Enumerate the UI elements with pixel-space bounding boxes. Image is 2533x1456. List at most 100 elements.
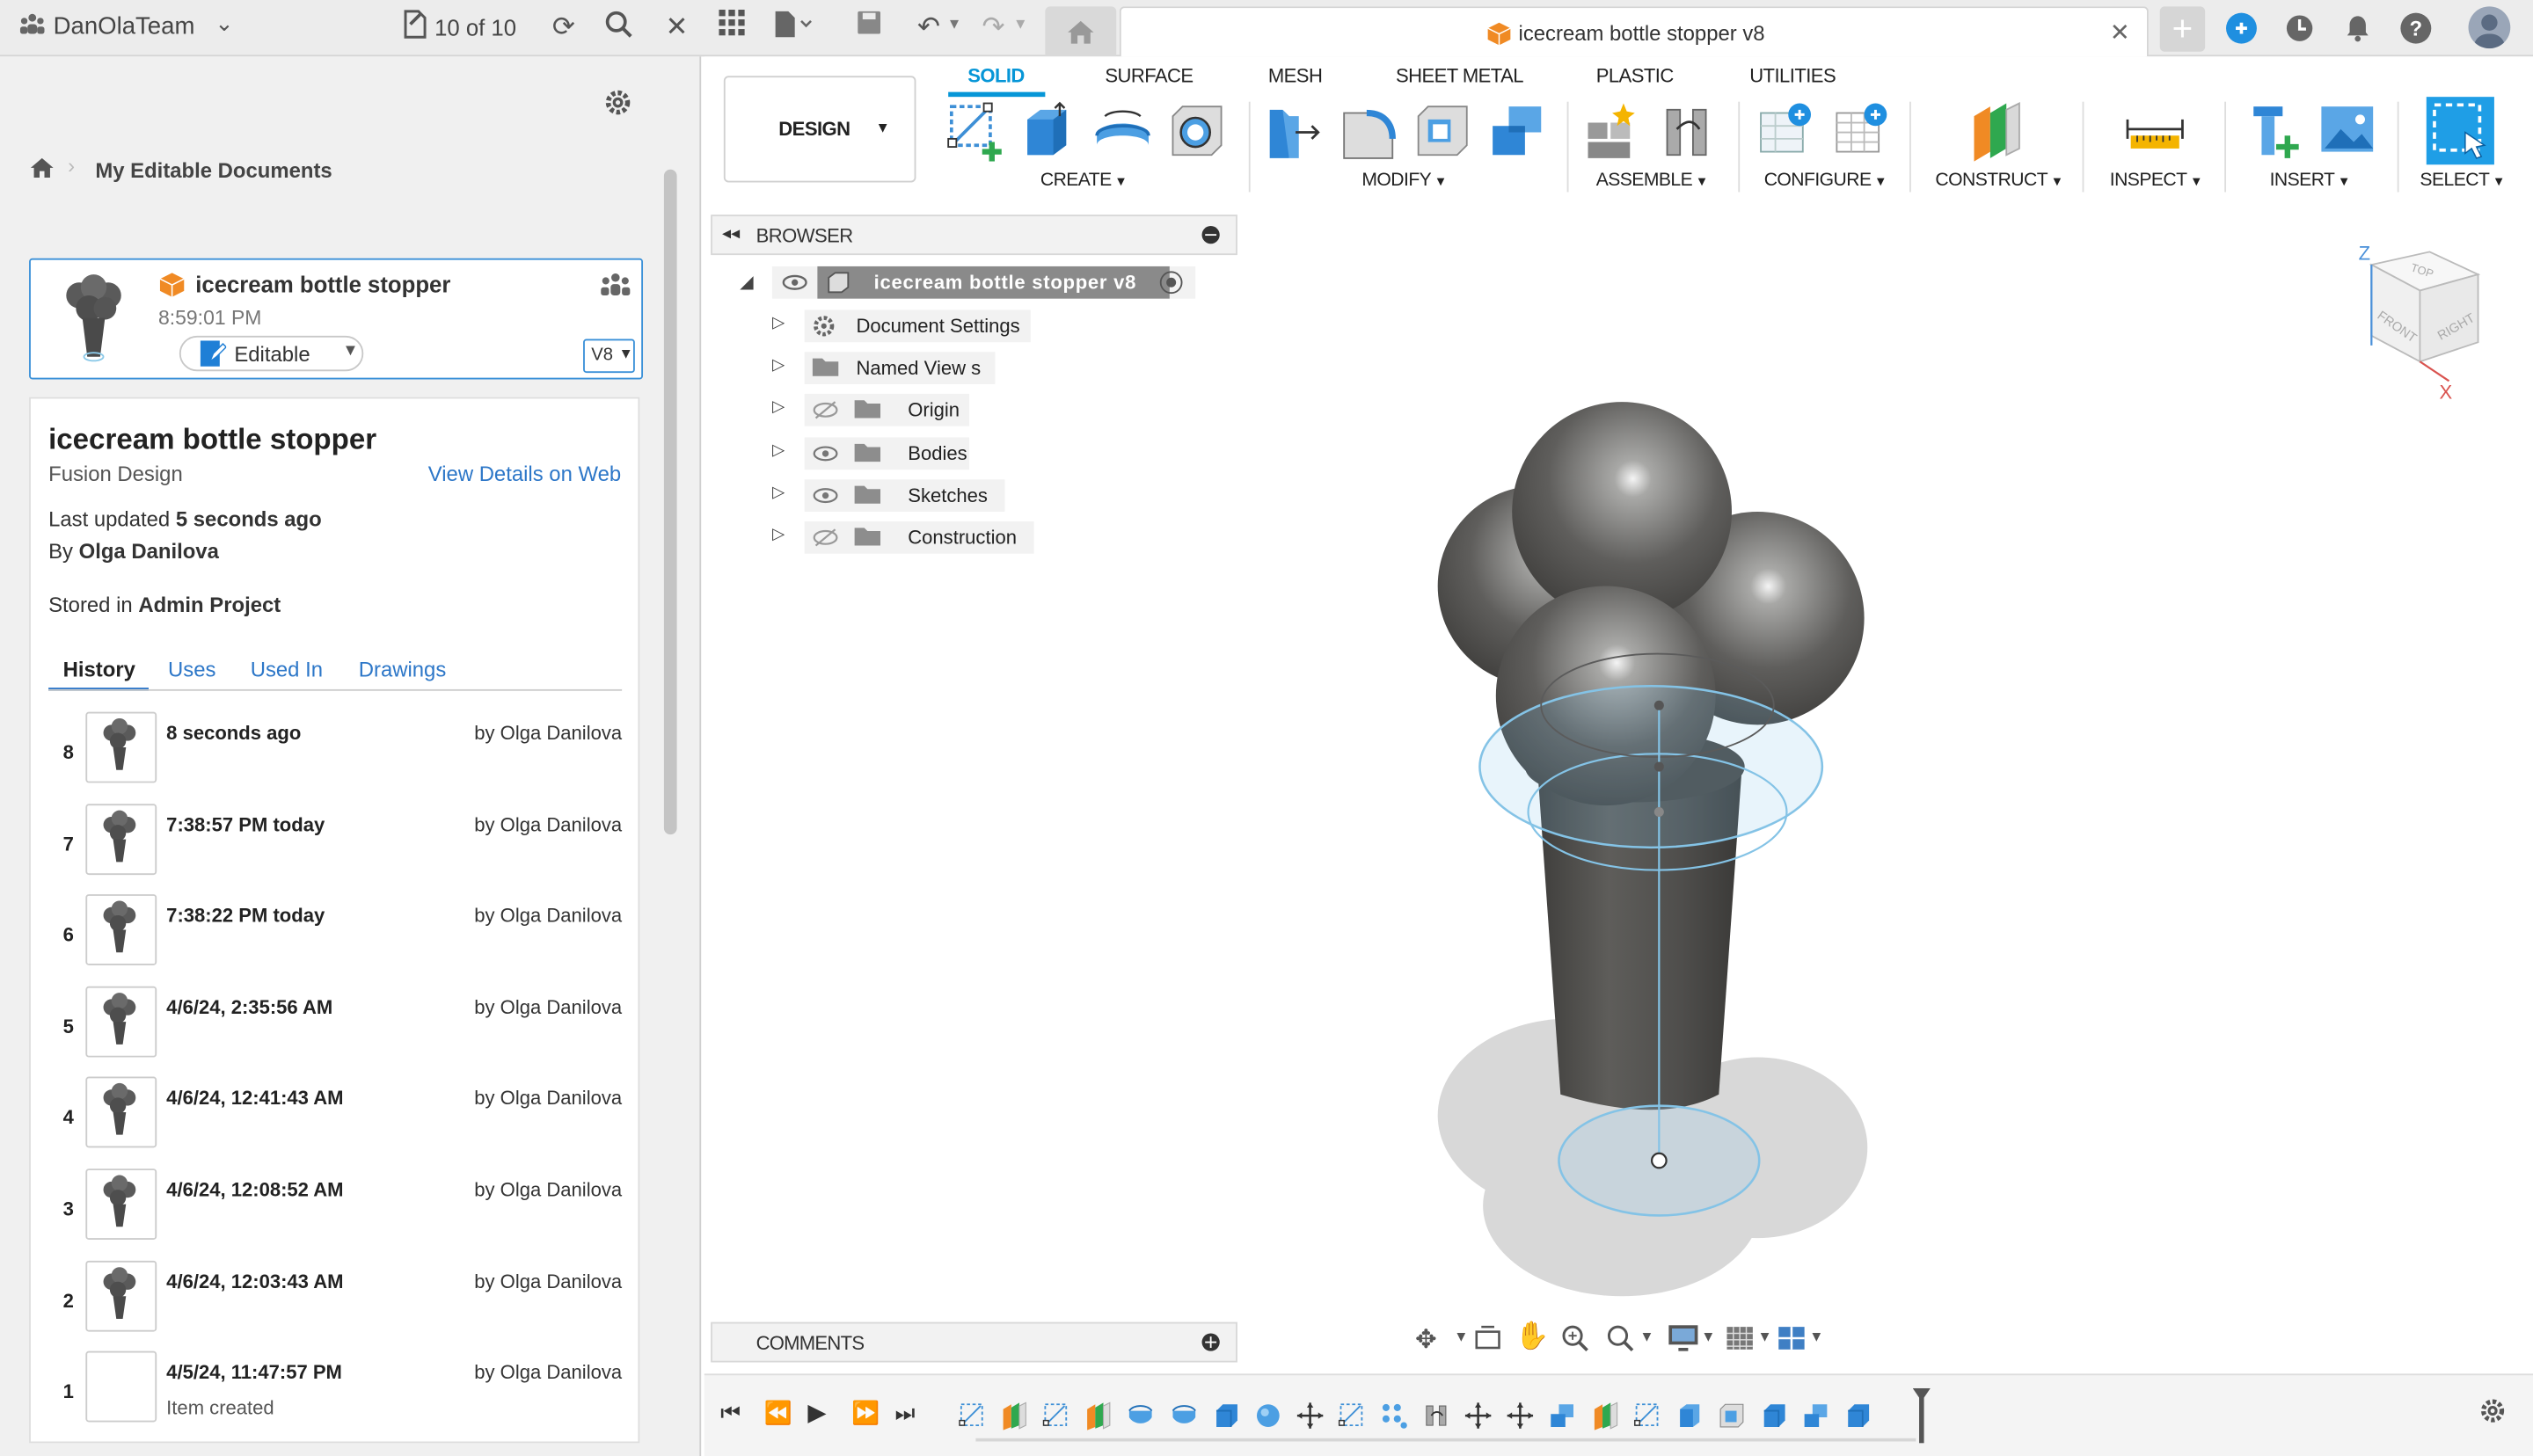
timeline-feature-plane-icon[interactable] (1000, 1401, 1029, 1438)
timeline-feature-extrude-icon[interactable] (1675, 1401, 1704, 1438)
refresh-icon[interactable]: ⟳ (544, 10, 583, 45)
history-thumbnail[interactable] (85, 1168, 157, 1240)
settings-gear-icon[interactable] (602, 87, 633, 126)
shared-people-icon[interactable] (599, 271, 631, 305)
timeline-feature-joint-icon[interactable] (1422, 1401, 1451, 1438)
home-tab[interactable] (1045, 6, 1117, 57)
team-name[interactable]: DanOlaTeam (54, 13, 195, 40)
timeline-feature-move-icon[interactable] (1464, 1401, 1493, 1438)
pan-hand-icon[interactable]: ✋ (1515, 1321, 1550, 1353)
tab-surface[interactable]: SURFACE (1105, 64, 1194, 87)
expand-triangle-icon[interactable]: ▷ (772, 527, 785, 544)
joint-icon[interactable] (1657, 100, 1719, 162)
history-thumbnail[interactable] (85, 1351, 157, 1423)
history-row[interactable]: 8 8 seconds ago by Olga Danilova (31, 709, 641, 799)
tab-utilities[interactable]: UTILITIES (1749, 64, 1836, 87)
comments-panel[interactable]: COMMENTS (711, 1321, 1237, 1363)
breadcrumb[interactable]: My Editable Documents (95, 158, 332, 183)
orbit-icon[interactable]: ✥ (1415, 1323, 1437, 1356)
tab-mesh[interactable]: MESH (1268, 64, 1323, 87)
grid-settings-icon[interactable] (1726, 1323, 1755, 1360)
expand-triangle-icon[interactable]: ▷ (772, 484, 785, 501)
save-icon[interactable] (850, 10, 888, 45)
step-forward-icon[interactable]: ⏩ (851, 1400, 880, 1427)
history-thumbnail[interactable] (85, 711, 157, 783)
look-at-icon[interactable] (1473, 1323, 1502, 1360)
history-row[interactable]: 2 4/6/24, 12:03:43 AM by Olga Danilova (31, 1256, 641, 1347)
breadcrumb-home-icon[interactable] (29, 157, 55, 187)
history-row[interactable]: 6 7:38:22 PM today by Olga Danilova (31, 892, 641, 982)
tab-drawings[interactable]: Drawings (359, 657, 447, 681)
browser-node-document-settings[interactable]: Document Settings (804, 309, 1031, 343)
tab-plastic[interactable]: PLASTIC (1596, 64, 1675, 87)
measure-icon[interactable] (2124, 100, 2186, 162)
timeline-feature-plane-icon[interactable] (1590, 1401, 1619, 1438)
extensions-icon[interactable] (2226, 12, 2257, 44)
editable-status-dropdown[interactable]: Editable ▼ (179, 335, 364, 372)
timeline-feature-move-icon[interactable] (1296, 1401, 1325, 1438)
construct-group-label[interactable]: CONSTRUCT ▼ (1935, 171, 2063, 191)
timeline-feature-shell-icon[interactable] (1717, 1401, 1746, 1438)
select-tool[interactable] (2426, 97, 2494, 165)
timeline-feature-sketch-icon[interactable] (1632, 1401, 1661, 1438)
revolve-icon[interactable] (1092, 100, 1154, 162)
tab-used-in[interactable]: Used In (251, 657, 323, 681)
combine-icon[interactable] (1486, 100, 1548, 162)
expand-triangle-icon[interactable]: ▷ (772, 441, 785, 459)
orbit-chevron-down-icon[interactable]: ▼ (1454, 1329, 1468, 1344)
tab-uses[interactable]: Uses (168, 657, 215, 681)
history-row[interactable]: 3 4/6/24, 12:08:52 AM by Olga Danilova (31, 1166, 641, 1256)
configure-design-icon[interactable] (1755, 100, 1816, 162)
play-icon[interactable]: ▶ (807, 1398, 826, 1427)
fillet-icon[interactable] (1338, 100, 1399, 162)
redo-chevron-down-icon[interactable]: ▾ (1016, 13, 1025, 34)
viewports-chevron-down-icon[interactable]: ▼ (1809, 1329, 1823, 1344)
history-row[interactable]: 4 4/6/24, 12:41:43 AM by Olga Danilova (31, 1074, 641, 1165)
display-settings-icon[interactable] (1668, 1323, 1700, 1360)
select-group-label[interactable]: SELECT ▼ (2420, 171, 2505, 191)
viewports-icon[interactable] (1777, 1323, 1806, 1360)
tab-solid[interactable]: SOLID (967, 64, 1025, 87)
close-icon[interactable]: ✕ (658, 10, 697, 45)
timeline-feature-pattern-icon[interactable] (1380, 1401, 1409, 1438)
timeline-marker-handle-icon[interactable] (1912, 1387, 1931, 1401)
document-card[interactable]: icecream bottle stopper 8:59:01 PM Edita… (29, 258, 644, 380)
avatar[interactable] (2468, 6, 2511, 49)
tab-sheet-metal[interactable]: SHEET METAL (1396, 64, 1524, 87)
visibility-eye-icon[interactable] (780, 266, 809, 309)
visibility-eye-icon[interactable] (811, 484, 840, 516)
press-pull-icon[interactable] (1263, 100, 1325, 162)
display-chevron-down-icon[interactable]: ▼ (1701, 1329, 1715, 1344)
timeline-feature-box-icon[interactable] (1759, 1401, 1788, 1438)
document-tab[interactable]: icecream bottle stopper v8 ✕ (1119, 6, 2149, 57)
undo-icon[interactable]: ↶ (909, 10, 948, 45)
go-to-end-icon[interactable]: ⏭ (895, 1400, 916, 1427)
timeline-feature-plane-icon[interactable] (1084, 1401, 1113, 1438)
tab-history[interactable]: History (63, 657, 135, 681)
timeline-feature-box-icon[interactable] (1211, 1401, 1240, 1438)
document-name[interactable]: icecream bottle stopper (195, 271, 450, 296)
new-component-icon[interactable] (1581, 100, 1643, 162)
hole-icon[interactable] (1166, 100, 1228, 162)
browser-node-origin[interactable]: Origin (804, 394, 970, 427)
view-cube[interactable]: TOP FRONT RIGHT Z X (2352, 242, 2497, 404)
configuration-table-icon[interactable] (1830, 100, 1892, 162)
history-thumbnail[interactable] (85, 803, 157, 875)
redo-icon[interactable]: ↷ (975, 10, 1013, 45)
timeline-feature-sphere-icon[interactable] (1253, 1401, 1282, 1438)
browser-header[interactable]: ◂◂ BROWSER (711, 215, 1237, 256)
timeline-feature-sketch-icon[interactable] (1338, 1401, 1367, 1438)
insert-mcmaster-icon[interactable] (2244, 100, 2305, 162)
notifications-bell-icon[interactable] (2342, 13, 2373, 44)
browser-node-construction[interactable]: Construction (804, 521, 1034, 554)
timeline-feature-combine-icon[interactable] (1801, 1401, 1830, 1438)
history-thumbnail[interactable] (85, 1077, 157, 1149)
zoom-chevron-down-icon[interactable]: ▼ (1639, 1329, 1653, 1344)
timeline-feature-combine-icon[interactable] (1548, 1401, 1577, 1438)
step-back-icon[interactable]: ⏪ (764, 1400, 792, 1427)
timeline-feature-box-icon[interactable] (1843, 1401, 1872, 1438)
browser-node-bodies[interactable]: Bodies (804, 436, 970, 470)
documents-icon[interactable] (396, 10, 434, 45)
history-row[interactable]: 1 4/5/24, 11:47:57 PM by Olga Danilova Item… (31, 1348, 641, 1438)
panel-scrollbar[interactable] (663, 169, 677, 835)
